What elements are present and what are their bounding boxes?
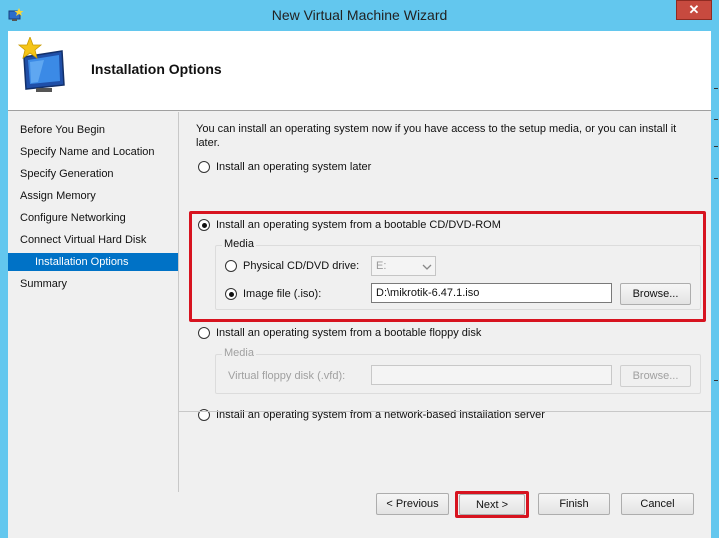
page-title: Installation Options: [91, 61, 222, 77]
radio-install-cd[interactable]: [198, 219, 210, 231]
close-icon: ✕: [688, 2, 700, 17]
window-edge: [711, 31, 719, 538]
window-title: New Virtual Machine Wizard: [271, 7, 448, 23]
title-bar[interactable]: New Virtual Machine Wizard ✕: [0, 0, 719, 32]
radio-install-later[interactable]: [198, 161, 210, 173]
step-assign-memory[interactable]: Assign Memory: [20, 187, 96, 205]
radio-install-floppy[interactable]: [198, 327, 210, 339]
step-installation-options[interactable]: Installation Options: [8, 253, 178, 271]
step-specify-name[interactable]: Specify Name and Location: [20, 143, 155, 161]
wizard-window: New Virtual Machine Wizard ✕ Installatio…: [0, 0, 719, 538]
physical-drive-value: E:: [376, 260, 387, 272]
radio-physical-drive[interactable]: [225, 260, 237, 272]
monitor-star-icon: [14, 35, 74, 97]
physical-drive-label: Physical CD/DVD drive:: [243, 260, 360, 272]
physical-drive-select[interactable]: E:: [371, 256, 436, 276]
edge-mark: [714, 119, 718, 120]
step-specify-generation[interactable]: Specify Generation: [20, 165, 114, 183]
finish-button[interactable]: Finish: [538, 493, 610, 515]
previous-button[interactable]: < Previous: [376, 493, 449, 515]
browse-iso-button[interactable]: Browse...: [620, 283, 691, 305]
wizard-client: Installation Options Before You Begin Sp…: [8, 31, 711, 538]
floppy-input[interactable]: [371, 365, 612, 385]
wizard-header: Installation Options: [8, 31, 711, 111]
image-file-label: Image file (.iso):: [243, 288, 322, 300]
intro-line-2: later.: [196, 137, 220, 149]
edge-mark: [714, 178, 718, 179]
step-connect-vhd[interactable]: Connect Virtual Hard Disk: [20, 231, 146, 249]
option-install-floppy-label: Install an operating system from a boota…: [216, 327, 482, 339]
nav-divider: [178, 112, 179, 492]
option-install-later-label: Install an operating system later: [216, 161, 372, 173]
option-install-cd-label: Install an operating system from a boota…: [216, 219, 501, 231]
intro-text: You can install an operating system now …: [196, 122, 686, 150]
floppy-media-title: Media: [222, 347, 256, 359]
edge-mark: [714, 88, 718, 89]
intro-line-1: You can install an operating system now …: [196, 123, 677, 135]
option-install-network-label: Install an operating system from a netwo…: [216, 409, 545, 421]
footer-divider: [179, 411, 711, 412]
step-summary[interactable]: Summary: [20, 275, 67, 293]
image-file-input[interactable]: D:\mikrotik-6.47.1.iso: [371, 283, 612, 303]
next-button[interactable]: Next >: [459, 494, 525, 515]
close-button[interactable]: ✕: [676, 0, 712, 20]
cd-media-title: Media: [222, 238, 256, 250]
step-before-you-begin[interactable]: Before You Begin: [20, 121, 105, 139]
edge-mark: [714, 380, 718, 381]
browse-floppy-button[interactable]: Browse...: [620, 365, 691, 387]
radio-image-file[interactable]: [225, 288, 237, 300]
chevron-down-icon: [422, 260, 432, 270]
edge-mark: [714, 146, 718, 147]
wizard-steps: Before You Begin Specify Name and Locati…: [8, 112, 180, 538]
step-configure-networking[interactable]: Configure Networking: [20, 209, 126, 227]
floppy-label: Virtual floppy disk (.vfd):: [228, 370, 346, 382]
cancel-button[interactable]: Cancel: [621, 493, 694, 515]
